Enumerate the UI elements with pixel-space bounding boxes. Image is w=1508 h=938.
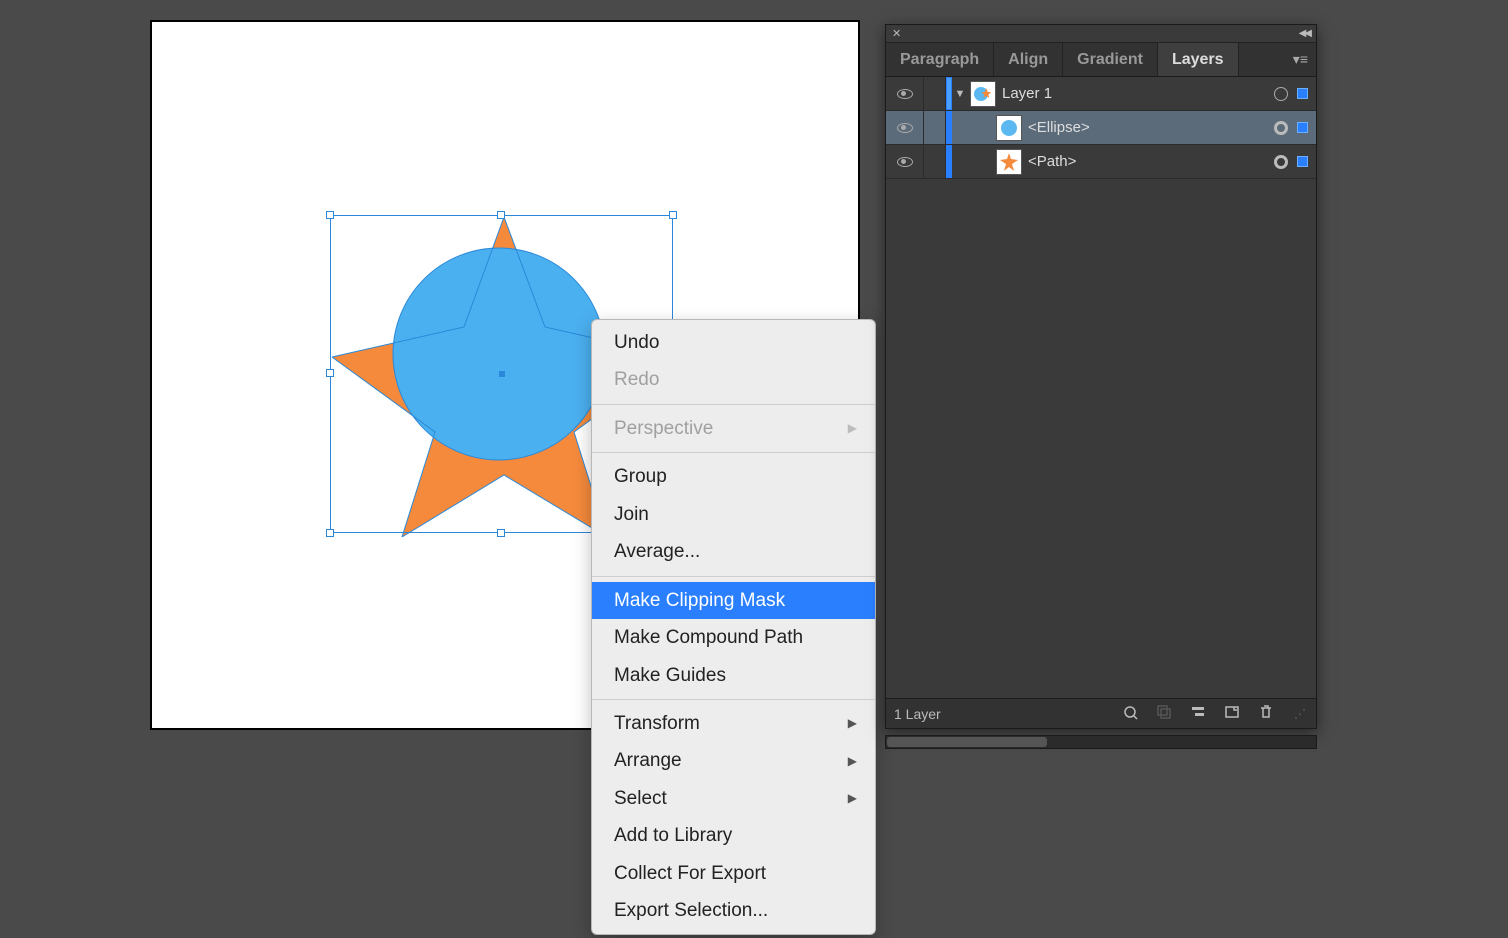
eye-icon xyxy=(897,89,913,99)
menu-item-make-compound-path[interactable]: Make Compound Path xyxy=(592,619,875,656)
submenu-arrow-icon: ▶ xyxy=(848,419,857,438)
visibility-toggle[interactable] xyxy=(886,145,924,178)
disclosure-triangle-icon[interactable]: ▼ xyxy=(952,88,968,100)
visibility-toggle[interactable] xyxy=(886,111,924,144)
menu-separator xyxy=(592,452,875,453)
locate-object-icon[interactable] xyxy=(1120,704,1140,723)
menu-item-label: Transform xyxy=(614,709,700,738)
layer-name-label[interactable]: <Path> xyxy=(1028,153,1268,170)
lock-toggle[interactable] xyxy=(924,77,946,110)
menu-separator xyxy=(592,576,875,577)
selection-indicator[interactable] xyxy=(1294,77,1316,110)
eye-icon xyxy=(897,123,913,133)
menu-item-label: Make Guides xyxy=(614,661,726,690)
menu-item-select[interactable]: Select ▶ xyxy=(592,780,875,817)
visibility-toggle[interactable] xyxy=(886,77,924,110)
resize-grip-icon[interactable]: ⋰ xyxy=(1294,707,1308,721)
panel-footer: 1 Layer ⋰ xyxy=(886,698,1316,728)
menu-item-label: Undo xyxy=(614,328,659,357)
menu-item-join[interactable]: Join xyxy=(592,496,875,533)
target-indicator[interactable] xyxy=(1268,145,1294,178)
close-icon[interactable]: ✕ xyxy=(892,27,901,40)
layer-list: ▼ Layer 1 <Ellipse> <Path> xyxy=(886,77,1316,698)
selection-indicator[interactable] xyxy=(1294,111,1316,144)
tab-layers[interactable]: Layers xyxy=(1158,43,1239,76)
submenu-arrow-icon: ▶ xyxy=(848,752,857,771)
menu-item-label: Group xyxy=(614,462,667,491)
delete-icon[interactable] xyxy=(1256,704,1276,723)
lock-toggle[interactable] xyxy=(924,111,946,144)
layers-panel: ✕ ◀◀ ParagraphAlignGradientLayers ▾≡ ▼ Lay… xyxy=(885,24,1317,729)
panel-scrollbar[interactable] xyxy=(885,735,1317,749)
eye-icon xyxy=(897,157,913,167)
layer-row-root[interactable]: ▼ Layer 1 xyxy=(886,77,1316,111)
target-indicator[interactable] xyxy=(1268,111,1294,144)
menu-item-label: Export Selection... xyxy=(614,896,768,925)
tab-paragraph[interactable]: Paragraph xyxy=(886,43,994,76)
layer-thumbnail xyxy=(970,81,996,107)
layer-thumbnail xyxy=(996,115,1022,141)
target-indicator[interactable] xyxy=(1268,77,1294,110)
submenu-arrow-icon: ▶ xyxy=(848,714,857,733)
lock-toggle[interactable] xyxy=(924,145,946,178)
menu-item-label: Arrange xyxy=(614,746,682,775)
layer-count-label: 1 Layer xyxy=(894,706,1106,722)
selection-color-strip xyxy=(946,145,952,178)
tab-gradient[interactable]: Gradient xyxy=(1063,43,1158,76)
menu-separator xyxy=(592,699,875,700)
selection-color-strip xyxy=(946,111,952,144)
menu-item-export-selection[interactable]: Export Selection... xyxy=(592,892,875,929)
menu-item-label: Redo xyxy=(614,365,659,394)
menu-item-perspective: Perspective ▶ xyxy=(592,410,875,447)
menu-item-label: Select xyxy=(614,784,667,813)
menu-item-make-clipping-mask[interactable]: Make Clipping Mask xyxy=(592,582,875,619)
layer-row-ellipse[interactable]: <Ellipse> xyxy=(886,111,1316,145)
menu-item-add-to-library[interactable]: Add to Library xyxy=(592,817,875,854)
make-clipping-mask-icon xyxy=(1154,704,1174,723)
panel-menu-icon[interactable]: ▾≡ xyxy=(1285,51,1316,68)
scrollbar-thumb[interactable] xyxy=(887,737,1047,747)
menu-item-label: Add to Library xyxy=(614,821,732,850)
menu-item-label: Join xyxy=(614,500,649,529)
create-sublayer-icon[interactable] xyxy=(1188,704,1208,723)
menu-item-label: Make Clipping Mask xyxy=(614,586,785,615)
layer-name-label[interactable]: <Ellipse> xyxy=(1028,119,1268,136)
menu-separator xyxy=(592,404,875,405)
layer-name-label[interactable]: Layer 1 xyxy=(1002,85,1268,102)
menu-item-transform[interactable]: Transform ▶ xyxy=(592,705,875,742)
submenu-arrow-icon: ▶ xyxy=(848,789,857,808)
menu-item-redo: Redo xyxy=(592,361,875,398)
layer-row-star[interactable]: <Path> xyxy=(886,145,1316,179)
panel-titlebar[interactable]: ✕ ◀◀ xyxy=(886,25,1316,43)
menu-item-label: Make Compound Path xyxy=(614,623,803,652)
selection-indicator[interactable] xyxy=(1294,145,1316,178)
create-new-layer-icon[interactable] xyxy=(1222,704,1242,723)
context-menu: Undo Redo Perspective ▶ Group Join Average... M… xyxy=(591,319,876,935)
menu-item-make-guides[interactable]: Make Guides xyxy=(592,657,875,694)
tab-align[interactable]: Align xyxy=(994,43,1063,76)
menu-item-label: Average... xyxy=(614,537,700,566)
menu-item-average[interactable]: Average... xyxy=(592,533,875,570)
menu-item-arrange[interactable]: Arrange ▶ xyxy=(592,742,875,779)
menu-item-undo[interactable]: Undo xyxy=(592,324,875,361)
menu-item-label: Perspective xyxy=(614,414,713,443)
collapse-icon[interactable]: ◀◀ xyxy=(1299,28,1310,39)
panel-tabbar: ParagraphAlignGradientLayers ▾≡ xyxy=(886,43,1316,77)
menu-item-collect-for-export[interactable]: Collect For Export xyxy=(592,855,875,892)
menu-item-label: Collect For Export xyxy=(614,859,766,888)
menu-item-group[interactable]: Group xyxy=(592,458,875,495)
ellipse-path[interactable] xyxy=(392,247,607,462)
layer-thumbnail xyxy=(996,149,1022,175)
